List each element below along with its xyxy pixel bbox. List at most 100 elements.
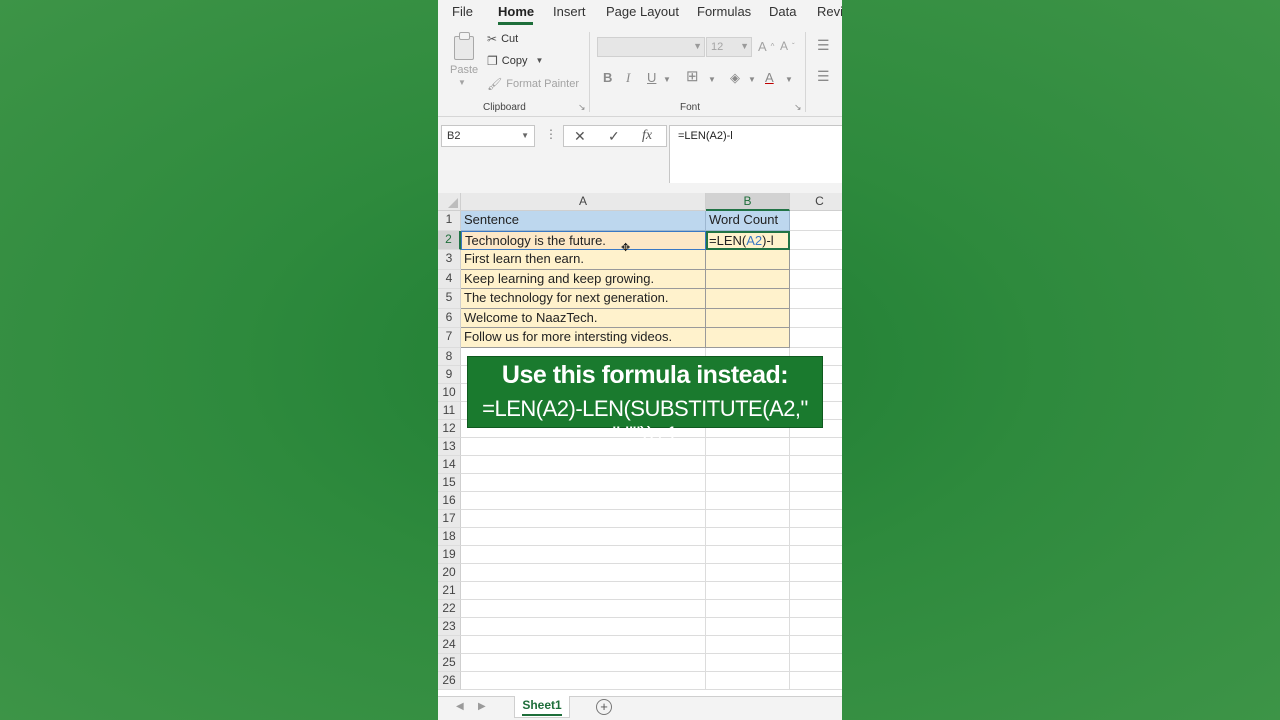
tab-formulas[interactable]: Formulas <box>697 4 751 19</box>
align-top-icon[interactable]: ☰ <box>817 37 830 54</box>
cell-a14[interactable] <box>461 455 706 474</box>
cell-a18[interactable] <box>461 527 706 546</box>
row-header-22[interactable]: 22 <box>438 599 461 618</box>
chevron-down-icon[interactable]: ▼ <box>535 57 543 65</box>
font-family-select[interactable]: ▼ <box>597 37 705 57</box>
tab-home[interactable]: Home <box>498 4 534 19</box>
row-header-12[interactable]: 12 <box>438 419 461 438</box>
insert-function-icon[interactable]: fx <box>642 128 652 144</box>
cell-b6[interactable] <box>706 308 790 328</box>
column-header-c[interactable]: C <box>790 193 842 211</box>
cell-a4[interactable]: Keep learning and keep growing. <box>461 269 706 289</box>
tab-page-layout[interactable]: Page Layout <box>606 4 679 19</box>
cell-b14[interactable] <box>706 455 790 474</box>
select-all-button[interactable] <box>438 193 461 211</box>
chevron-down-icon[interactable]: ▼ <box>708 75 716 84</box>
add-sheet-icon[interactable]: + <box>596 699 612 715</box>
cell-b22[interactable] <box>706 599 790 618</box>
cell-a2[interactable]: Technology is the future. <box>461 230 706 250</box>
cell-a24[interactable] <box>461 635 706 654</box>
row-header-11[interactable]: 11 <box>438 401 461 420</box>
cell-b21[interactable] <box>706 581 790 600</box>
tab-insert[interactable]: Insert <box>553 4 586 19</box>
tab-data[interactable]: Data <box>769 4 796 19</box>
paste-dropdown-icon[interactable]: ▼ <box>458 78 466 87</box>
cell-b26[interactable] <box>706 671 790 690</box>
cell-a25[interactable] <box>461 653 706 672</box>
cell-c22[interactable] <box>790 600 842 618</box>
row-header-20[interactable]: 20 <box>438 563 461 582</box>
cell-a1[interactable]: Sentence <box>461 211 706 231</box>
cell-b18[interactable] <box>706 527 790 546</box>
cell-c24[interactable] <box>790 636 842 654</box>
row-header-6[interactable]: 6 <box>438 308 461 328</box>
italic-button[interactable]: I <box>626 70 630 86</box>
cell-b1[interactable]: Word Count <box>706 211 790 231</box>
prev-sheet-icon[interactable]: ◀ <box>456 701 464 712</box>
row-header-3[interactable]: 3 <box>438 250 461 270</box>
copy-button[interactable]: ❐ Copy ▼ <box>487 55 543 67</box>
cell-a26[interactable] <box>461 671 706 690</box>
tab-review[interactable]: Revi <box>817 4 842 19</box>
format-painter-button[interactable]: 🖌 Format Painter <box>487 78 579 90</box>
cell-b7[interactable] <box>706 328 790 348</box>
cell-c3[interactable] <box>790 250 842 270</box>
underline-button[interactable]: U <box>647 70 656 85</box>
cell-a16[interactable] <box>461 491 706 510</box>
row-header-5[interactable]: 5 <box>438 289 461 309</box>
row-header-7[interactable]: 7 <box>438 328 461 348</box>
font-launcher-icon[interactable]: ↘ <box>794 102 802 113</box>
row-header-16[interactable]: 16 <box>438 491 461 510</box>
align-left-icon[interactable]: ☰ <box>817 68 830 85</box>
enter-icon[interactable]: ✓ <box>608 128 620 145</box>
cell-b23[interactable] <box>706 617 790 636</box>
row-header-4[interactable]: 4 <box>438 269 461 289</box>
cell-c25[interactable] <box>790 654 842 672</box>
row-header-15[interactable]: 15 <box>438 473 461 492</box>
cell-a7[interactable]: Follow us for more intersting videos. <box>461 328 706 348</box>
row-header-17[interactable]: 17 <box>438 509 461 528</box>
cell-a15[interactable] <box>461 473 706 492</box>
next-sheet-icon[interactable]: ▶ <box>478 701 486 712</box>
row-header-13[interactable]: 13 <box>438 437 461 456</box>
row-header-25[interactable]: 25 <box>438 653 461 672</box>
chevron-down-icon[interactable]: ▼ <box>521 131 529 140</box>
cell-c1[interactable] <box>790 211 842 231</box>
cell-a20[interactable] <box>461 563 706 582</box>
row-header-1[interactable]: 1 <box>438 211 461 231</box>
decrease-font-size-button[interactable]: Aˇ <box>780 39 795 53</box>
row-header-23[interactable]: 23 <box>438 617 461 636</box>
cell-c18[interactable] <box>790 528 842 546</box>
clipboard-launcher-icon[interactable]: ↘ <box>578 102 586 113</box>
cell-a21[interactable] <box>461 581 706 600</box>
cell-c2[interactable] <box>790 231 842 250</box>
cell-c15[interactable] <box>790 474 842 492</box>
cell-a22[interactable] <box>461 599 706 618</box>
cell-a17[interactable] <box>461 509 706 528</box>
bold-button[interactable]: B <box>603 70 612 85</box>
cell-b15[interactable] <box>706 473 790 492</box>
row-header-18[interactable]: 18 <box>438 527 461 546</box>
cell-b20[interactable] <box>706 563 790 582</box>
borders-icon[interactable]: ⊞ <box>686 67 699 85</box>
cell-b3[interactable] <box>706 250 790 270</box>
cell-b2-editing[interactable]: =LEN(A2)-l <box>706 230 790 250</box>
row-header-26[interactable]: 26 <box>438 671 461 690</box>
row-header-19[interactable]: 19 <box>438 545 461 564</box>
column-header-a[interactable]: A <box>461 193 706 211</box>
cancel-icon[interactable]: ✕ <box>574 128 586 145</box>
cell-c17[interactable] <box>790 510 842 528</box>
cell-c14[interactable] <box>790 456 842 474</box>
cell-a5[interactable]: The technology for next generation. <box>461 289 706 309</box>
increase-font-size-button[interactable]: A ^ <box>758 39 774 54</box>
fill-color-icon[interactable]: ◈ <box>730 70 740 86</box>
cell-c16[interactable] <box>790 492 842 510</box>
paste-button[interactable] <box>452 32 476 60</box>
row-header-21[interactable]: 21 <box>438 581 461 600</box>
row-header-10[interactable]: 10 <box>438 383 461 402</box>
cell-b19[interactable] <box>706 545 790 564</box>
cell-c20[interactable] <box>790 564 842 582</box>
cell-a19[interactable] <box>461 545 706 564</box>
tab-file[interactable]: File <box>452 4 473 19</box>
chevron-down-icon[interactable]: ▼ <box>748 75 756 84</box>
